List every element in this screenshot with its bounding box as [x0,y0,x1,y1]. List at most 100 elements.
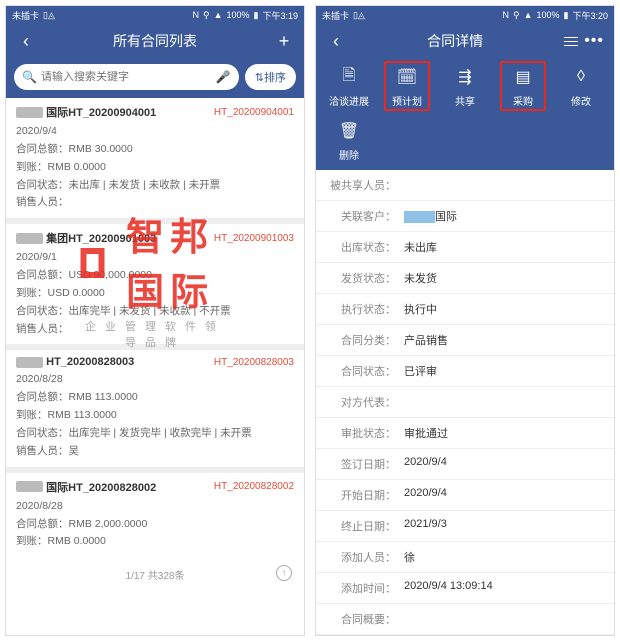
header-bar: ‹ 所有合同列表 + [6,24,304,58]
pager: 1/17 共328条 ↑ [6,563,304,586]
contract-list: xx国际HT_20200904001 HT_20200904001 2020/9/4… [6,98,304,557]
search-bar: 🔍 🎤 ⇅ 排序 [6,58,304,98]
detail-label: 合同分类： [326,332,404,348]
detail-value [404,611,604,627]
contract-name: xx国际HT_20200828002 [16,479,156,495]
action-采购[interactable]: ▤采购 [494,64,552,108]
sort-button[interactable]: ⇅ 排序 [245,64,296,90]
contract-field: 销售人员： [16,194,294,212]
header-bar: ‹ 合同详情 ••• [316,24,614,58]
more-icon[interactable]: ••• [584,32,604,50]
share-icon: ⇶ [452,64,478,90]
add-button[interactable]: + [274,31,294,52]
search-doc-icon: 🗎 [336,64,362,90]
detail-value: 2020/9/4 13:09:14 [404,580,604,596]
sort-label: 排序 [264,69,286,85]
contract-field: 到账：USD 0.0000 [16,285,294,303]
contract-field: 合同状态：未出库 | 未发货 | 未收款 | 未开票 [16,177,294,195]
sort-icon: ⇅ [255,71,264,84]
action-洽谈进展[interactable]: 🗎 洽谈进展 [320,64,378,108]
page-title: 合同详情 [346,31,564,51]
trash-icon: 🗑 [336,118,362,144]
phone-right: 未插卡 ▯◬ N ⚲ ▲ 100% ▮ 下午3:20 ‹ 合同详情 ••• 🗎洽… [315,5,615,636]
contract-card[interactable]: xx国际HT_20200828002HT_202008280022020/8/2… [6,473,304,558]
detail-label: 关联客户： [326,208,404,224]
detail-row: 被共享人员： [316,170,614,201]
detail-row: 添加时间：2020/9/4 13:09:14 [316,573,614,604]
detail-value: 审批通过 [404,425,604,441]
action-修改[interactable]: ◊修改 [552,64,610,108]
contract-code: HT_20200901003 [214,233,294,244]
action-共享[interactable]: ⇶共享 [436,64,494,108]
back-icon[interactable]: ‹ [16,31,36,52]
contract-field: 到账：RMB 0.0000 [16,159,294,177]
bt-icon: ⚲ [513,10,520,21]
detail-label: 合同概要： [326,611,404,627]
contract-card[interactable]: xx国际HT_20200904001 HT_20200904001 2020/9/4… [6,98,304,218]
contract-date: 2020/8/28 [16,371,294,389]
action-toolbar: 🗎 洽谈进展 🗓预计划⇶共享▤采购◊修改 🗑 删除 [316,58,614,170]
contract-code: HT_20200828003 [214,357,294,368]
action-label: 删除 [339,147,359,162]
sim-status: 未插卡 [322,9,349,22]
contract-name: xxHT_20200828003 [16,356,134,368]
contract-field: 合同总额：USD 90,000.0000 [16,267,294,285]
detail-value: 2020/9/4 [404,487,604,503]
detail-row: 关联客户：xx国际 [316,201,614,232]
detail-row: 出库状态：未出库 [316,232,614,263]
contract-card[interactable]: xx集团HT_20200901003 HT_20200901003 2020/9/1… [6,224,304,344]
contract-code: HT_20200904001 [214,107,294,118]
detail-list: 被共享人员：关联客户：xx国际出库状态：未出库发货状态：未发货执行状态：执行中合… [316,170,614,635]
highlight-box [500,61,546,111]
back-icon[interactable]: ‹ [326,31,346,52]
contract-name: xx集团HT_20200901003 [16,230,156,246]
detail-row: 签订日期：2020/9/4 [316,449,614,480]
detail-label: 合同状态： [326,363,404,379]
contract-card[interactable]: xxHT_20200828003 HT_20200828003 2020/8/28 合… [6,350,304,466]
contract-field: 合同总额：RMB 2,000.0000 [16,516,294,534]
detail-value: 2021/9/3 [404,518,604,534]
detail-label: 签订日期： [326,456,404,472]
search-input-wrap[interactable]: 🔍 🎤 [14,64,239,90]
detail-row: 添加人员：徐 [316,542,614,573]
action-label: 修改 [571,93,591,108]
action-删除[interactable]: 🗑 删除 [320,118,378,162]
action-label: 洽谈进展 [329,93,369,108]
contract-date: 2020/9/4 [16,123,294,141]
detail-value: 徐 [404,549,604,565]
detail-value [404,177,604,193]
contract-field: 合同状态：出库完毕 | 发货完毕 | 收款完毕 | 未开票 [16,425,294,443]
page-title: 所有合同列表 [36,31,274,51]
detail-label: 添加人员： [326,549,404,565]
sim-icon: ▯◬ [353,10,365,21]
contract-name: xx国际HT_20200904001 [16,104,156,120]
scroll-top-button[interactable]: ↑ [276,565,292,581]
contract-date: 2020/9/1 [16,249,294,267]
detail-row: 发货状态：未发货 [316,263,614,294]
menu-icon[interactable] [564,37,578,46]
action-预计划[interactable]: 🗓预计划 [378,64,436,108]
redacted-prefix: xx [16,107,43,118]
detail-label: 执行状态： [326,301,404,317]
contract-field: 到账：RMB 113.0000 [16,407,294,425]
nfc-icon: N [192,10,199,20]
detail-label: 发货状态： [326,270,404,286]
mic-icon[interactable]: 🎤 [216,70,231,84]
search-input[interactable] [41,71,216,83]
detail-value [404,394,604,410]
detail-row: 合同状态：已评审 [316,356,614,387]
detail-value: xx国际 [404,208,604,224]
contract-field: 销售人员：吴 [16,443,294,461]
pager-text: 1/17 共328条 [126,571,185,582]
redacted-prefix: xx [16,357,43,368]
detail-value: 执行中 [404,301,604,317]
detail-value: 产品销售 [404,332,604,348]
bt-icon: ⚲ [203,10,210,21]
detail-row: 合同概要： [316,604,614,635]
nfc-icon: N [502,10,509,20]
clock: 下午3:20 [572,9,608,22]
detail-row: 开始日期：2020/9/4 [316,480,614,511]
wifi-icon: ▲ [524,10,533,20]
detail-label: 添加时间： [326,580,404,596]
battery-pct: 100% [536,10,559,20]
